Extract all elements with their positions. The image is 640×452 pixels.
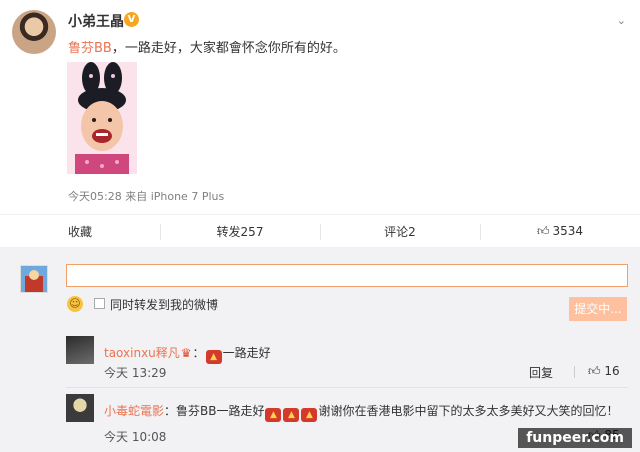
repost-label: 转发257: [216, 224, 264, 239]
mention-link[interactable]: 鲁芬BB: [68, 41, 112, 56]
comment-text: 一路走好: [222, 346, 271, 360]
comment-like-button[interactable]: 👍︎ 16: [588, 364, 620, 379]
commenter-name[interactable]: taoxinxu释凡: [104, 346, 180, 360]
watermark: funpeer.com: [518, 428, 632, 448]
smiley-icon[interactable]: ☺: [67, 296, 83, 312]
commenter-name[interactable]: 小毒蛇電影: [104, 404, 164, 418]
comment-item: taoxinxu释凡♛： ▲ 一路走好 今天 13:29 回复 👍︎ 16: [66, 332, 628, 388]
repost-checkbox-label[interactable]: 同时转发到我的微博: [110, 296, 218, 313]
comment-section: ☺ 同时转发到我的微博 提交中... taoxinxu释凡♛： ▲ 一路走好 今天 …: [0, 248, 640, 452]
photo-illustration: [67, 62, 137, 174]
favorite-label: 收藏: [67, 224, 92, 239]
comment-input[interactable]: [66, 264, 628, 287]
avatar-illustration: [21, 266, 47, 292]
comment-time: 今天 10:08: [104, 430, 167, 444]
candle-icon: ▲: [265, 408, 282, 422]
comment-text-prefix: ：鲁芬BB一路走好: [164, 404, 265, 418]
candle-icon: ▲: [205, 350, 222, 364]
author-name[interactable]: 小弟王晶: [68, 11, 124, 31]
like-count: 3534: [552, 224, 584, 238]
comment-text-suffix: 谢谢你在香港电影中留下的太多太多美好又大笑的回忆！: [318, 404, 619, 418]
comment-label: 评论2: [384, 224, 416, 239]
candle-icon: ▲: [301, 408, 318, 422]
comment-time: 今天 13:29: [104, 366, 167, 380]
author-avatar[interactable]: [12, 10, 56, 54]
reply-button[interactable]: 回复: [529, 364, 553, 381]
candle-icon: ▲: [283, 408, 300, 422]
comment-content: 小毒蛇電影：鲁芬BB一路走好 ▲ ▲ ▲ 谢谢你在香港电影中留下的太多太多美好又大笑的回…: [104, 402, 619, 422]
comment-button[interactable]: 评论2: [320, 215, 480, 247]
repost-button[interactable]: 转发257: [160, 215, 320, 247]
post-photo[interactable]: [67, 62, 137, 174]
thumbs-up-icon: 👍︎: [588, 364, 601, 378]
current-user-avatar[interactable]: [20, 265, 48, 293]
repost-checkbox[interactable]: [94, 298, 105, 309]
submit-button[interactable]: 提交中...: [569, 297, 627, 321]
comment-content: taoxinxu释凡♛： ▲ 一路走好: [104, 346, 271, 364]
divider: [574, 366, 575, 378]
thumbs-up-icon: 👍︎: [536, 223, 550, 238]
favorite-button[interactable]: 收藏: [0, 215, 160, 247]
vip-badge-icon: V: [124, 12, 139, 27]
post-meta: 今天05:28 来自 iPhone 7 Plus: [68, 190, 225, 203]
post-actions: 收藏 转发257 评论2 👍︎ 3534: [0, 214, 640, 248]
commenter-avatar[interactable]: [66, 336, 94, 364]
like-button[interactable]: 👍︎ 3534: [480, 215, 640, 247]
weibo-post: 小弟王晶 V ⌄ 鲁芬BB，一路走好，大家都會怀念你所有的好。 今天05:28 …: [0, 0, 640, 214]
post-body: ，一路走好，大家都會怀念你所有的好。: [111, 41, 346, 56]
crown-icon: ♛: [180, 346, 192, 360]
chevron-down-icon[interactable]: ⌄: [617, 14, 626, 27]
post-text: 鲁芬BB，一路走好，大家都會怀念你所有的好。: [68, 37, 346, 56]
commenter-avatar[interactable]: [66, 394, 94, 422]
comment-like-count: 16: [604, 364, 620, 378]
